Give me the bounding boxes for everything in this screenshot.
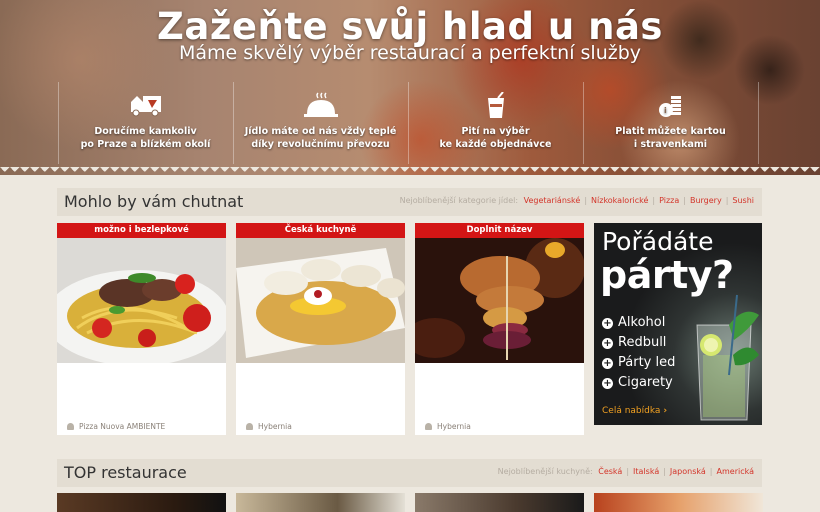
restaurant-tile[interactable] <box>415 493 584 512</box>
coins-payment-icon: i <box>651 92 691 118</box>
category-link-vegetarian[interactable]: Vegetariánské <box>524 196 581 205</box>
plus-icon: + <box>602 318 613 329</box>
promo-list-item: + Párty led <box>602 355 676 370</box>
feature-line: i stravenkami <box>633 139 708 150</box>
feature-line: díky revolučnímu převozu <box>251 139 390 150</box>
chevron-right-icon: › <box>663 406 668 416</box>
restaurant-tile[interactable] <box>236 493 405 512</box>
feature-drinks: Pití na výběr ke každé objednávce <box>408 91 583 151</box>
food-card[interactable]: možno i bezlepkové Pizza Nuova AMBIENTE <box>57 223 226 435</box>
hero-zigzag-edge <box>0 167 820 175</box>
food-card[interactable]: Česká kuchyně Hybernia <box>236 223 405 435</box>
cuisine-link-japanese[interactable]: Japonská <box>670 467 706 476</box>
cuisine-links: Nejoblíbenější kuchyně: Česká | Italská | Ja… <box>497 467 755 476</box>
promo-headline-large: párty? <box>600 253 734 297</box>
feature-line: po Praze a blízkém okolí <box>80 139 211 150</box>
section-bar-top-restaurants: TOP restaurace Nejoblíbenější kuchyně: Č… <box>57 459 762 487</box>
chef-hat-icon <box>67 423 74 430</box>
feature-line: Pití na výběr <box>461 126 530 137</box>
cuisine-link-czech[interactable]: Česká <box>598 467 622 476</box>
category-link-low-calorie[interactable]: Nízkokalorické <box>591 196 648 205</box>
category-link-sushi[interactable]: Sushi <box>732 196 754 205</box>
category-link-burgers[interactable]: Burgery <box>690 196 722 205</box>
delivery-truck-icon <box>126 92 166 118</box>
promo-list-item: + Redbull <box>602 335 667 350</box>
feature-line: Platit můžete kartou <box>615 126 726 137</box>
hero-banner: Zažeňte svůj hlad u nás Máme skvělý výbě… <box>0 0 820 175</box>
chef-hat-icon <box>246 423 253 430</box>
feature-divider <box>758 82 759 164</box>
restaurant-tile[interactable] <box>57 493 226 512</box>
cuisine-link-italian[interactable]: Italská <box>633 467 659 476</box>
chef-hat-icon <box>425 423 432 430</box>
promo-more-link[interactable]: Celá nabídka › <box>602 406 667 416</box>
category-links: Nejoblíbenější kategorie jídel: Vegetari… <box>399 196 754 205</box>
plus-icon: + <box>602 378 613 389</box>
feature-line: ke každé objednávce <box>439 139 552 150</box>
cuisine-label: Nejoblíbenější kuchyně: <box>497 467 593 476</box>
section-title: Mohlo by vám chutnat <box>64 192 244 211</box>
promo-list-item: + Alkohol <box>602 315 666 330</box>
feature-delivery: Doručíme kamkoliv po Praze a blízkém oko… <box>58 92 233 151</box>
party-promo-banner[interactable]: Pořádáte párty? + Alkohol + Redbull + Párty… <box>594 223 762 425</box>
section-bar-recommended: Mohlo by vám chutnat Nejoblíbenější kate… <box>57 188 762 216</box>
food-card-title: možno i bezlepkové <box>57 223 226 238</box>
promo-headline: Pořádáte <box>602 227 714 256</box>
food-card-title: Česká kuchyně <box>236 223 405 238</box>
food-card-restaurant[interactable]: Hybernia <box>246 422 292 431</box>
food-card[interactable]: Doplnit název Hybernia <box>415 223 584 435</box>
category-label: Nejoblíbenější kategorie jídel: <box>399 196 519 205</box>
promo-list-item: + Cigarety <box>602 375 673 390</box>
feature-hot-food: Jídlo máte od nás vždy teplé díky revolu… <box>233 92 408 151</box>
plus-icon: + <box>602 358 613 369</box>
food-card-restaurant[interactable]: Pizza Nuova AMBIENTE <box>67 422 165 431</box>
drink-cup-icon <box>476 91 516 118</box>
food-image-skewer[interactable] <box>415 238 584 363</box>
feature-line: Doručíme kamkoliv <box>94 126 197 137</box>
restaurant-tile[interactable] <box>594 493 763 512</box>
food-card-title: Doplnit název <box>415 223 584 238</box>
cuisine-link-american[interactable]: Americká <box>717 467 755 476</box>
feature-line: Jídlo máte od nás vždy teplé <box>244 126 397 137</box>
plus-icon: + <box>602 338 613 349</box>
svg-text:i: i <box>664 106 667 115</box>
cocktail-glass-image <box>696 294 759 421</box>
food-image-svickova[interactable] <box>236 238 405 363</box>
promo-list: + Alkohol + Redbull + Párty led + Cigarety <box>602 313 675 393</box>
feature-payment: i Platit můžete kartou i stravenkami <box>583 92 758 151</box>
food-image-pasta[interactable] <box>57 238 226 363</box>
food-card-restaurant[interactable]: Hybernia <box>425 422 471 431</box>
section-title: TOP restaurace <box>64 463 187 482</box>
hero-subtitle: Máme skvělý výběr restaurací a perfektní… <box>178 42 642 64</box>
category-link-pizza[interactable]: Pizza <box>659 196 679 205</box>
food-cloche-icon <box>301 92 341 118</box>
